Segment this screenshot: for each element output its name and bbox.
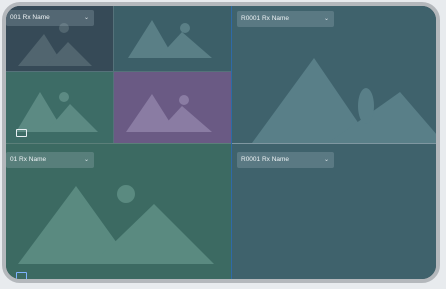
chevron-down-icon: ⌄ (83, 15, 89, 21)
receiver-dropdown[interactable]: 001 Rx Name ⌄ (6, 10, 94, 26)
pane-divider (6, 71, 231, 72)
video-pane-1[interactable]: 001 Rx Name ⌄ (6, 6, 113, 71)
video-pane-4[interactable] (6, 72, 113, 143)
video-wall-frame: 001 Rx Name ⌄ R0001 Rx Name ⌄ 01 Rx Name… (2, 2, 440, 283)
receiver-dropdown-label: R0001 Rx Name (241, 15, 290, 22)
image-placeholder-icon (126, 94, 212, 132)
receiver-dropdown-label: R0001 Rx Name (241, 156, 290, 163)
video-pane-7[interactable]: R0001 Rx Name ⌄ (232, 144, 436, 279)
chevron-down-icon: ⌄ (323, 16, 329, 22)
video-pane-5[interactable] (114, 72, 231, 143)
video-pane-3[interactable]: R0001 Rx Name ⌄ (232, 6, 436, 143)
monitor-icon (16, 129, 27, 137)
video-pane-2[interactable] (114, 6, 231, 71)
pane-divider (113, 6, 114, 143)
receiver-dropdown-label: 001 Rx Name (10, 14, 50, 21)
pane-divider (232, 143, 436, 144)
pane-divider (6, 143, 231, 144)
chevron-down-icon: ⌄ (83, 157, 89, 163)
monitor-icon (16, 272, 27, 279)
receiver-dropdown[interactable]: 01 Rx Name ⌄ (6, 152, 94, 168)
video-pane-6[interactable]: 01 Rx Name ⌄ (6, 144, 231, 279)
receiver-dropdown[interactable]: R0001 Rx Name ⌄ (237, 11, 334, 27)
pane-divider (231, 6, 232, 279)
image-placeholder-icon (128, 20, 212, 58)
chevron-down-icon: ⌄ (323, 157, 329, 163)
receiver-dropdown-label: 01 Rx Name (10, 156, 47, 163)
receiver-dropdown[interactable]: R0001 Rx Name ⌄ (237, 152, 334, 168)
